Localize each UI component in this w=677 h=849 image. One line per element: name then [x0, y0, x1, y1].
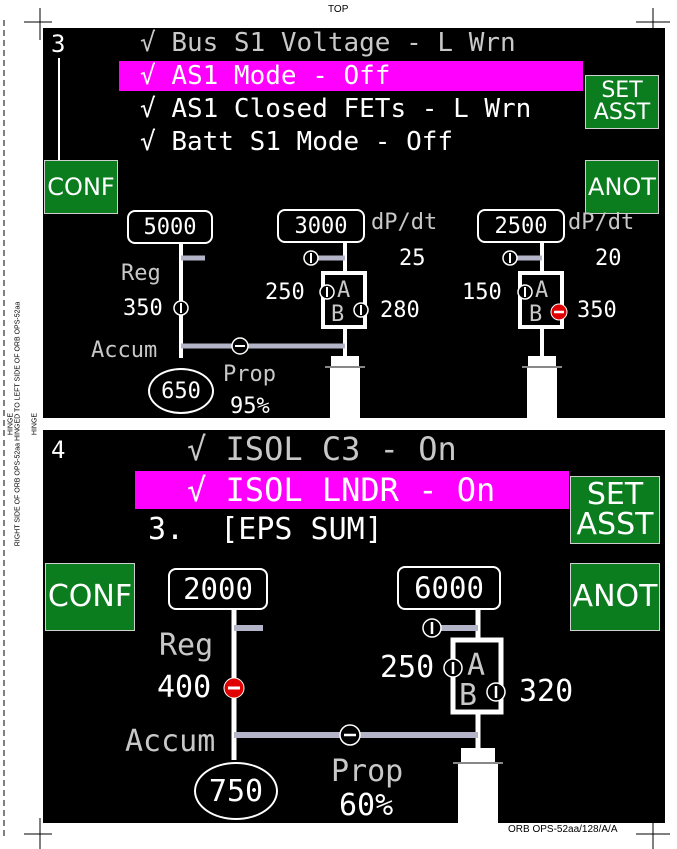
accum-label: Accum [91, 338, 158, 363]
tank1-rate-value: 25 [399, 246, 426, 271]
panel-3: 3 √ Bus S1 Voltage - L Wrn √ AS1 Mode - … [43, 28, 665, 418]
reg-value: 400 [157, 670, 212, 705]
tank2-a-value: 150 [462, 280, 502, 305]
tank1-pressure: 6000 [397, 566, 501, 610]
tank2-pressure: 2500 [477, 209, 565, 243]
tank1-b-label: B [331, 302, 345, 327]
tank2-a-label: A [535, 278, 549, 303]
reg-tank-pressure: 5000 [127, 210, 213, 244]
reg-label: Reg [121, 261, 161, 286]
prop-label: Prop [331, 754, 404, 789]
prop-value: 95% [230, 394, 270, 418]
reg-value: 350 [123, 296, 163, 321]
tank2-b-label: B [529, 302, 543, 327]
prop-value: 60% [339, 788, 394, 823]
tank1-rate-label: dP/dt [371, 210, 438, 235]
tank2-rate-label: dP/dt [568, 210, 635, 235]
tank2-rate-value: 20 [595, 246, 622, 271]
tank1-a-value: 250 [380, 650, 435, 685]
accum-value: 750 [194, 762, 278, 820]
tank1-b-value: 320 [519, 674, 574, 709]
tank1-b-value: 280 [380, 298, 420, 323]
panel-4: 4 √ ISOL C3 - On √ ISOL LNDR - On 3. [EP… [43, 430, 665, 823]
reg-label: Reg [159, 628, 214, 663]
reg-tank-pressure: 2000 [168, 568, 268, 610]
prop-label: Prop [223, 362, 276, 387]
accum-label: Accum [125, 724, 216, 759]
tank2-b-value: 350 [577, 298, 617, 323]
tank1-a-value: 250 [265, 280, 305, 305]
accum-value: 650 [148, 368, 214, 414]
tank1-a-label: A [337, 278, 351, 303]
tank1-b-label: B [459, 678, 478, 713]
tank1-pressure: 3000 [277, 209, 365, 243]
